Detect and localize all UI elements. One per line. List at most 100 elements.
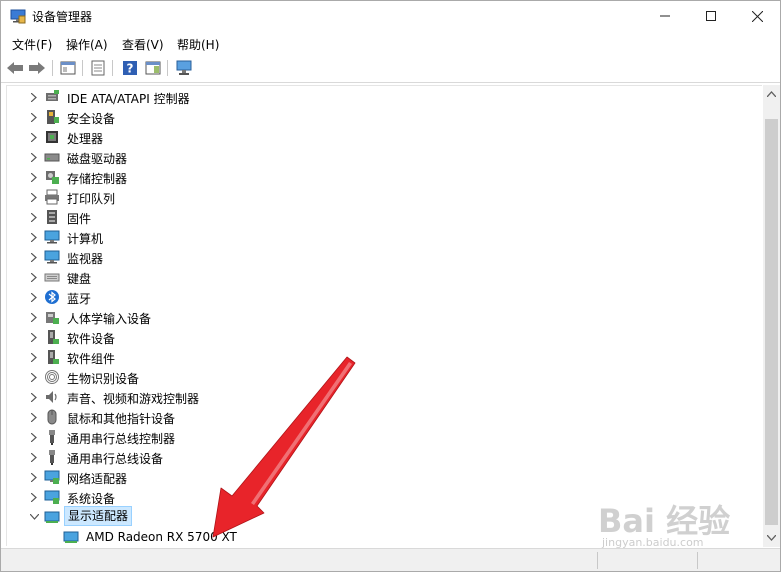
tree-item[interactable]: 存储控制器 bbox=[7, 167, 757, 187]
scroll-thumb[interactable] bbox=[765, 119, 778, 525]
minimize-icon bbox=[660, 15, 670, 17]
expand-toggle[interactable] bbox=[27, 87, 41, 107]
expand-toggle[interactable] bbox=[27, 147, 41, 167]
expand-toggle[interactable] bbox=[27, 467, 41, 487]
menu-action[interactable]: 操作(A) bbox=[65, 36, 109, 53]
expand-toggle[interactable] bbox=[27, 327, 41, 347]
expand-toggle[interactable] bbox=[27, 407, 41, 427]
scan-hardware-button[interactable] bbox=[174, 58, 194, 78]
tree-item[interactable]: 监视器 bbox=[7, 247, 757, 267]
tree-item-label: 存储控制器 bbox=[67, 172, 128, 186]
back-arrow-icon bbox=[7, 62, 23, 74]
computer-icon bbox=[44, 230, 60, 244]
tree-item-label: 固件 bbox=[67, 212, 92, 226]
expand-toggle[interactable] bbox=[27, 347, 41, 367]
tree-item-label: 计算机 bbox=[67, 232, 104, 246]
tree-item[interactable]: 通用串行总线控制器 bbox=[7, 427, 757, 447]
maximize-button[interactable] bbox=[688, 1, 734, 31]
expand-toggle[interactable] bbox=[27, 447, 41, 467]
chevron-right-icon bbox=[31, 492, 37, 502]
expand-toggle[interactable] bbox=[27, 507, 41, 527]
tree-item[interactable]: 键盘 bbox=[7, 267, 757, 287]
expand-toggle[interactable] bbox=[27, 167, 41, 187]
forward-arrow-icon bbox=[29, 62, 45, 74]
tree-item[interactable]: 网络适配器 bbox=[7, 467, 757, 487]
chevron-down-icon bbox=[767, 534, 776, 541]
chevron-up-icon bbox=[767, 90, 776, 97]
expand-toggle[interactable] bbox=[27, 187, 41, 207]
tree-item[interactable]: 软件组件 bbox=[7, 347, 757, 367]
security-device-icon bbox=[47, 110, 59, 124]
tree-item[interactable]: 蓝牙 bbox=[7, 287, 757, 307]
forward-button[interactable] bbox=[27, 58, 47, 78]
help-button[interactable]: ? bbox=[120, 58, 140, 78]
tree-item-label: 软件组件 bbox=[67, 352, 116, 366]
tree-item[interactable]: 声音、视频和游戏控制器 bbox=[7, 387, 757, 407]
properties-icon bbox=[91, 60, 105, 76]
tree-item[interactable]: 通用串行总线设备 bbox=[7, 447, 757, 467]
tree-item[interactable]: IDE ATA/ATAPI 控制器 bbox=[7, 87, 757, 107]
chevron-down-icon bbox=[29, 514, 39, 520]
back-button[interactable] bbox=[5, 58, 25, 78]
tree-item[interactable]: 软件设备 bbox=[7, 327, 757, 347]
chevron-right-icon bbox=[31, 372, 37, 382]
expand-toggle[interactable] bbox=[27, 307, 41, 327]
expand-toggle[interactable] bbox=[27, 487, 41, 507]
console-tree-icon bbox=[60, 61, 76, 75]
window-title: 设备管理器 bbox=[32, 10, 93, 24]
tree-item[interactable]: 生物识别设备 bbox=[7, 367, 757, 387]
device-manager-window: 设备管理器 文件(F) 操作(A) 查看(V) 帮助(H) ? IDE ATA/… bbox=[0, 0, 781, 572]
chevron-right-icon bbox=[31, 212, 37, 222]
help-icon: ? bbox=[123, 61, 137, 76]
close-icon bbox=[751, 10, 763, 22]
show-hide-console-button[interactable] bbox=[58, 58, 78, 78]
tree-item[interactable]: 磁盘驱动器 bbox=[7, 147, 757, 167]
menu-view[interactable]: 查看(V) bbox=[121, 36, 165, 53]
chevron-right-icon bbox=[31, 272, 37, 282]
tree-item-label: 磁盘驱动器 bbox=[67, 152, 128, 166]
title-bar[interactable]: 设备管理器 bbox=[1, 1, 780, 31]
usb-controller-icon bbox=[49, 430, 55, 445]
toolbar-separator bbox=[52, 60, 53, 76]
expand-toggle[interactable] bbox=[27, 267, 41, 287]
tree-item[interactable]: 安全设备 bbox=[7, 107, 757, 127]
tree-item-label: 键盘 bbox=[67, 272, 92, 286]
expand-toggle[interactable] bbox=[27, 387, 41, 407]
minimize-button[interactable] bbox=[642, 1, 688, 31]
toolbar-separator bbox=[112, 60, 113, 76]
tree-item-label: 生物识别设备 bbox=[67, 372, 140, 386]
chevron-right-icon bbox=[31, 132, 37, 142]
expand-toggle[interactable] bbox=[27, 127, 41, 147]
keyboard-icon bbox=[44, 273, 60, 282]
expand-toggle[interactable] bbox=[27, 367, 41, 387]
expand-toggle[interactable] bbox=[27, 227, 41, 247]
tree-item[interactable]: 人体学输入设备 bbox=[7, 307, 757, 327]
chevron-right-icon bbox=[31, 232, 37, 242]
vertical-scrollbar[interactable] bbox=[763, 85, 780, 547]
bluetooth-icon bbox=[45, 290, 59, 304]
chevron-right-icon bbox=[31, 112, 37, 122]
tree-item[interactable]: 计算机 bbox=[7, 227, 757, 247]
expand-toggle[interactable] bbox=[27, 247, 41, 267]
menu-help[interactable]: 帮助(H) bbox=[176, 36, 220, 53]
close-button[interactable] bbox=[734, 1, 780, 31]
tree-item[interactable]: 处理器 bbox=[7, 127, 757, 147]
tree-item-label: 显示适配器 bbox=[64, 506, 133, 526]
tree-item-label: 安全设备 bbox=[67, 112, 116, 126]
expand-toggle[interactable] bbox=[27, 107, 41, 127]
chevron-right-icon bbox=[31, 392, 37, 402]
expand-toggle[interactable] bbox=[27, 207, 41, 227]
tree-child-label: AMD Radeon RX 5700 XT bbox=[86, 530, 237, 544]
scroll-down-button[interactable] bbox=[763, 529, 780, 546]
expand-toggle[interactable] bbox=[27, 427, 41, 447]
tree-item[interactable]: 鼠标和其他指针设备 bbox=[7, 407, 757, 427]
scroll-up-button[interactable] bbox=[763, 85, 780, 102]
tree-item[interactable]: 固件 bbox=[7, 207, 757, 227]
tree-item[interactable]: 打印队列 bbox=[7, 187, 757, 207]
properties-button[interactable] bbox=[88, 58, 108, 78]
firmware-icon bbox=[47, 210, 57, 224]
menu-file[interactable]: 文件(F) bbox=[11, 36, 53, 53]
action-pane-button[interactable] bbox=[143, 58, 163, 78]
expand-toggle[interactable] bbox=[27, 287, 41, 307]
network-adapter-icon bbox=[44, 470, 60, 484]
